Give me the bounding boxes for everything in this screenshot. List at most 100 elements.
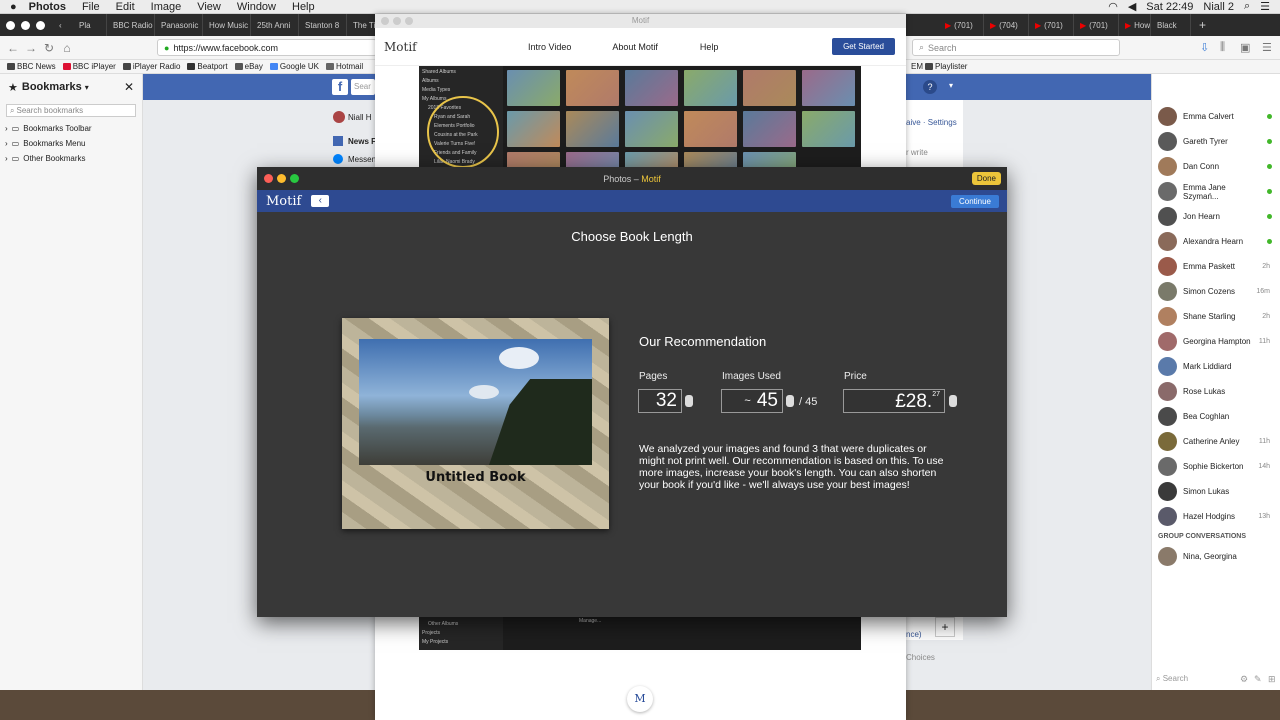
facebook-logo[interactable]: f: [332, 79, 348, 95]
menu-icon[interactable]: ☰: [1262, 41, 1272, 54]
menu-list-icon[interactable]: ☰: [1260, 0, 1270, 13]
close-window-button[interactable]: [381, 17, 389, 25]
done-button[interactable]: Done: [972, 172, 1001, 185]
wifi-icon[interactable]: ◠: [1108, 0, 1118, 13]
messenger-link[interactable]: Messen: [348, 155, 376, 164]
app-menu[interactable]: Photos: [29, 1, 66, 13]
compose-icon[interactable]: ✎: [1254, 674, 1262, 685]
download-icon[interactable]: ⇩: [1200, 41, 1209, 54]
nav-help[interactable]: Help: [700, 42, 719, 52]
bookmark-google-uk[interactable]: Google UK: [270, 62, 319, 71]
search-icon[interactable]: ⌕: [1244, 0, 1250, 13]
browser-tab[interactable]: ▶(701): [1029, 14, 1074, 36]
chat-contact[interactable]: Emma Jane Szymań...: [1152, 179, 1280, 204]
get-started-button[interactable]: Get Started: [832, 38, 895, 55]
chat-contact[interactable]: Hazel Hodgins13h: [1152, 504, 1280, 529]
bookmarks-search-input[interactable]: ⌕ Search bookmarks: [6, 104, 136, 117]
price-field[interactable]: £28.27: [843, 389, 945, 413]
apple-icon[interactable]: ●: [10, 1, 17, 13]
menu-edit[interactable]: Edit: [116, 1, 135, 13]
chat-contact[interactable]: Simon Lukas: [1152, 479, 1280, 504]
zoom-window-button[interactable]: [405, 17, 413, 25]
manage-button[interactable]: Manage...: [579, 618, 601, 624]
close-window-button[interactable]: [264, 174, 273, 183]
browser-tab[interactable]: BBC Radio: [107, 14, 155, 36]
chevron-down-icon[interactable]: ▾: [85, 83, 89, 92]
avatar[interactable]: [333, 111, 345, 123]
browser-tab[interactable]: ▶How t: [1119, 14, 1151, 36]
images-used-field[interactable]: ~45: [721, 389, 783, 413]
bookmark-bbc-news[interactable]: BBC News: [7, 62, 56, 71]
menu-view[interactable]: View: [197, 1, 221, 13]
chat-contact[interactable]: Bea Coghlan: [1152, 404, 1280, 429]
browser-tab[interactable]: Black: [1151, 14, 1191, 36]
fb-user-name[interactable]: Niall H: [348, 113, 372, 122]
choices-link[interactable]: Choices: [906, 653, 935, 662]
chat-contact[interactable]: Shane Starling2h: [1152, 304, 1280, 329]
volume-icon[interactable]: ◀: [1128, 0, 1136, 13]
continue-button[interactable]: Continue: [951, 195, 999, 208]
chat-contact[interactable]: Rose Lukas: [1152, 379, 1280, 404]
chat-group[interactable]: Nina, Georgina: [1152, 544, 1280, 569]
browser-tab[interactable]: Pla: [73, 14, 107, 36]
browser-tab[interactable]: ▶(701): [939, 14, 984, 36]
browser-tab[interactable]: ▶(704): [984, 14, 1029, 36]
sidebar-item-toolbar[interactable]: ›▭Bookmarks Toolbar: [0, 121, 142, 136]
nav-intro-video[interactable]: Intro Video: [528, 42, 571, 52]
sidebar-item-menu[interactable]: ›▭Bookmarks Menu: [0, 136, 142, 151]
back-icon[interactable]: ←: [4, 41, 22, 55]
chat-contact[interactable]: Catherine Anley11h: [1152, 429, 1280, 454]
menu-window[interactable]: Window: [237, 1, 276, 13]
menu-image[interactable]: Image: [151, 1, 182, 13]
chat-contact[interactable]: Simon Cozens16m: [1152, 279, 1280, 304]
chat-contact[interactable]: Gareth Tyrer: [1152, 129, 1280, 154]
browser-tab[interactable]: Stanton 8: [299, 14, 347, 36]
price-stepper[interactable]: [949, 395, 957, 407]
url-bar[interactable]: ● https://www.facebook.com: [157, 39, 377, 56]
pages-field[interactable]: 32: [638, 389, 682, 413]
footer-logo[interactable]: M: [627, 686, 653, 712]
bookmark-iplayer-radio[interactable]: iPlayer Radio: [123, 62, 181, 71]
library-icon[interactable]: ⫼: [1220, 41, 1225, 54]
help-icon[interactable]: ?: [923, 80, 937, 94]
bookmark-playlister[interactable]: Playlister: [925, 62, 967, 71]
browser-search-input[interactable]: ⌕ Search: [912, 39, 1120, 56]
zoom-window-button[interactable]: [290, 174, 299, 183]
bookmark-bbc-iplayer[interactable]: BBC iPlayer: [63, 62, 116, 71]
close-icon[interactable]: ✕: [124, 80, 134, 94]
news-feed-link[interactable]: News F: [348, 137, 376, 146]
sidebar-item-other[interactable]: ›▭Other Bookmarks: [0, 151, 142, 166]
options-icon[interactable]: ⊞: [1268, 674, 1276, 685]
browser-tab[interactable]: Panasonic: [155, 14, 203, 36]
reload-icon[interactable]: ↻: [40, 41, 58, 55]
nav-about-motif[interactable]: About Motif: [612, 42, 658, 52]
chat-contact[interactable]: Dan Conn: [1152, 154, 1280, 179]
bookmark-em[interactable]: EM: [911, 62, 923, 71]
back-button[interactable]: ‹: [311, 195, 329, 207]
gear-icon[interactable]: ⚙: [1240, 674, 1248, 685]
facebook-search-input[interactable]: Sear: [351, 79, 375, 95]
forward-icon[interactable]: →: [22, 41, 40, 55]
chat-contact[interactable]: Emma Paskett2h: [1152, 254, 1280, 279]
minimize-window-button[interactable]: [21, 21, 30, 30]
chat-contact[interactable]: Sophie Bickerton14h: [1152, 454, 1280, 479]
minimize-window-button[interactable]: [277, 174, 286, 183]
pages-stepper[interactable]: [685, 395, 693, 407]
menu-file[interactable]: File: [82, 1, 100, 13]
user-menu[interactable]: Niall 2: [1203, 1, 1234, 13]
new-tab-icon[interactable]: +: [1199, 18, 1206, 32]
clock[interactable]: Sat 22:49: [1146, 1, 1193, 13]
chat-contact[interactable]: Alexandra Hearn: [1152, 229, 1280, 254]
home-icon[interactable]: ⌂: [58, 41, 76, 55]
images-stepper[interactable]: [786, 395, 794, 407]
chat-contact[interactable]: Georgina Hampton11h: [1152, 329, 1280, 354]
bookmark-ebay[interactable]: eBay: [235, 62, 263, 71]
add-icon[interactable]: +: [935, 617, 955, 637]
menu-help[interactable]: Help: [292, 1, 315, 13]
chevron-down-icon[interactable]: ▾: [949, 81, 953, 90]
browser-tab[interactable]: How Music: [203, 14, 251, 36]
chat-contact[interactable]: Jon Hearn: [1152, 204, 1280, 229]
tab-scroll-left-icon[interactable]: ‹: [59, 21, 73, 30]
zoom-window-button[interactable]: [36, 21, 45, 30]
browser-tab[interactable]: ▶(701): [1074, 14, 1119, 36]
